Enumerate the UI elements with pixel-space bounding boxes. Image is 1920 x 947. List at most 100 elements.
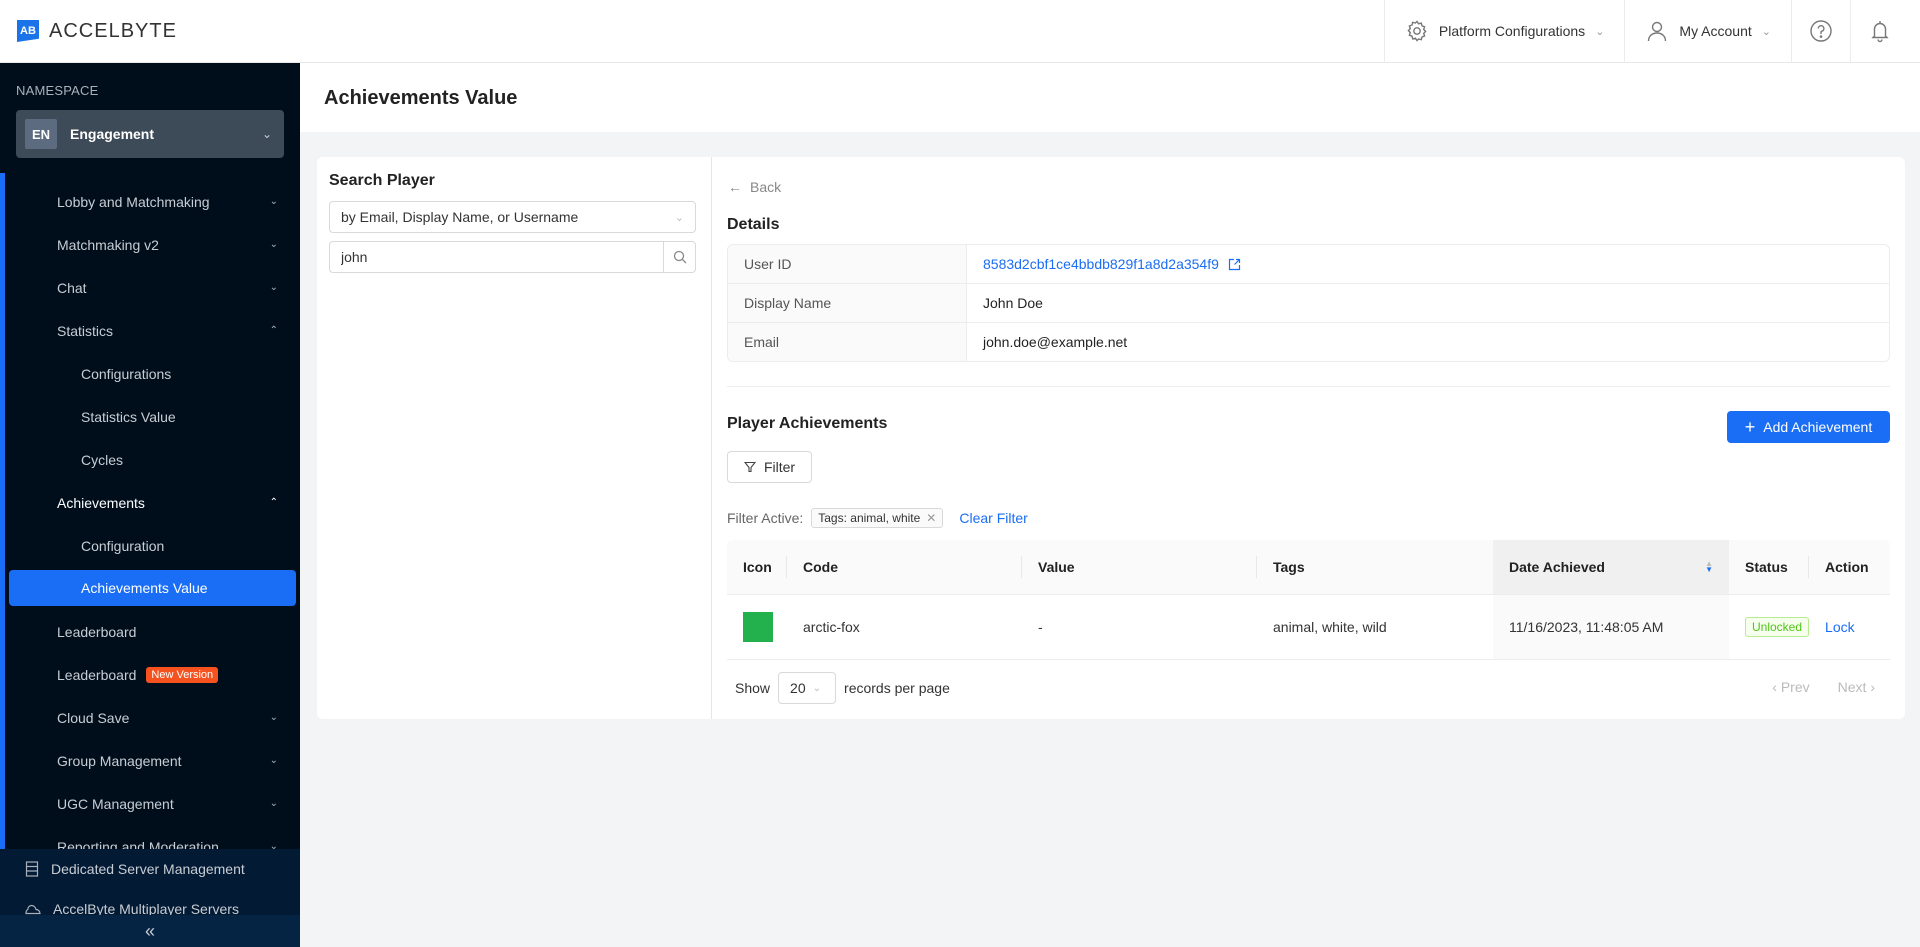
page-size-value: 20 xyxy=(790,680,806,696)
details-table: User ID 8583d2cbf1ce4bbdb829f1a8d2a354f9… xyxy=(727,244,1890,362)
column-header-value: Value xyxy=(1022,540,1257,595)
column-label: Code xyxy=(803,558,838,575)
prev-label: Prev xyxy=(1780,679,1810,695)
next-page-button[interactable]: Next › xyxy=(1838,679,1875,695)
sort-icon[interactable]: ▲ ▼ xyxy=(1705,560,1713,574)
sidebar-item-dedicated-server-management[interactable]: Dedicated Server Management xyxy=(0,849,300,889)
brand-logo[interactable]: AB ACCELBYTE xyxy=(17,20,177,43)
top-header: AB ACCELBYTE Platform Configurations ⌄ M… xyxy=(0,0,1920,63)
sidebar-item-label: Matchmaking v2 xyxy=(57,236,159,253)
clear-filter-link[interactable]: Clear Filter xyxy=(959,510,1027,526)
column-label: Status xyxy=(1745,558,1788,575)
achievement-icon xyxy=(743,611,773,642)
details-row-user-id: User ID 8583d2cbf1ce4bbdb829f1a8d2a354f9 xyxy=(728,245,1889,284)
sidebar-item-leaderboard-new[interactable]: Leaderboard New Version xyxy=(0,653,300,696)
namespace-label: NAMESPACE xyxy=(16,83,99,98)
chevron-down-icon: ⌄ xyxy=(261,127,272,141)
filter-icon xyxy=(743,461,756,473)
platform-configurations-menu[interactable]: Platform Configurations ⌄ xyxy=(1383,0,1625,63)
sidebar-item-matchmaking-v2[interactable]: Matchmaking v2 ⌄ xyxy=(0,223,300,266)
column-label: Date Achieved xyxy=(1509,558,1605,575)
filter-button[interactable]: Filter xyxy=(727,451,812,483)
chevron-right-icon: › xyxy=(1870,679,1875,695)
sidebar-item-chat[interactable]: Chat ⌄ xyxy=(0,266,300,309)
search-field xyxy=(329,241,696,273)
main-card: Search Player by Email, Display Name, or… xyxy=(317,157,1905,719)
player-details-panel: ← Back Details User ID 8583d2cbf1ce4bbdb… xyxy=(712,157,1905,719)
column-header-tags: Tags xyxy=(1257,540,1493,595)
column-header-icon: Icon xyxy=(727,540,787,595)
my-account-label: My Account xyxy=(1679,23,1752,39)
sidebar-item-leaderboard[interactable]: Leaderboard xyxy=(0,610,300,653)
lock-link[interactable]: Lock xyxy=(1825,619,1855,635)
cell-code: arctic-fox xyxy=(787,594,1022,660)
search-mode-select[interactable]: by Email, Display Name, or Username ⌄ xyxy=(329,201,696,233)
sidebar-item-statistics[interactable]: Statistics ⌃ xyxy=(0,309,300,352)
chevron-down-icon: ⌄ xyxy=(1761,25,1771,38)
sidebar-item-label: Achievements xyxy=(57,494,145,511)
sidebar-item-label: Statistics xyxy=(57,322,114,339)
per-page-label: records per page xyxy=(844,680,950,696)
chevron-down-icon: ⌄ xyxy=(269,239,278,250)
sidebar-item-configuration[interactable]: Configuration xyxy=(0,524,300,567)
sidebar: NAMESPACE EN Engagement ⌄ Lobby and Matc… xyxy=(0,63,300,947)
sidebar-item-cloud-save[interactable]: Cloud Save ⌄ xyxy=(0,696,300,739)
chevron-down-icon: ⌄ xyxy=(269,282,278,293)
external-link-icon xyxy=(1228,258,1241,270)
user-id-link[interactable]: 8583d2cbf1ce4bbdb829f1a8d2a354f9 xyxy=(967,245,1241,283)
collapse-sidebar-button[interactable]: « xyxy=(0,915,300,947)
sidebar-item-ugc-management[interactable]: UGC Management ⌄ xyxy=(0,782,300,825)
sidebar-item-cycles[interactable]: Cycles xyxy=(0,438,300,481)
chevron-down-icon: ⌄ xyxy=(269,196,278,207)
add-achievement-button[interactable]: + Add Achievement xyxy=(1727,411,1890,443)
add-achievement-label: Add Achievement xyxy=(1763,419,1873,435)
search-mode-value: by Email, Display Name, or Username xyxy=(341,209,579,225)
chevron-up-icon: ⌃ xyxy=(269,325,278,336)
close-icon[interactable]: ✕ xyxy=(926,511,936,525)
sidebar-item-statistics-value[interactable]: Statistics Value xyxy=(0,395,300,438)
page-size-control: Show 20 ⌄ records per page xyxy=(735,672,950,704)
chevron-up-icon: ⌃ xyxy=(269,497,278,508)
help-button[interactable] xyxy=(1791,0,1850,63)
active-filters: Filter Active: Tags: animal, white ✕ Cle… xyxy=(727,508,1028,528)
column-label: Icon xyxy=(743,558,772,575)
player-achievements-title: Player Achievements xyxy=(727,415,888,432)
achievements-table: Icon Code Value Tags Date Achieved ▲ ▼ St… xyxy=(727,540,1890,660)
page-header: Achievements Value xyxy=(300,63,1920,132)
sidebar-item-label: Configurations xyxy=(81,365,172,382)
sidebar-item-configurations[interactable]: Configurations xyxy=(0,352,300,395)
sidebar-item-label: Group Management xyxy=(57,752,182,769)
sidebar-item-label: Statistics Value xyxy=(81,408,176,425)
platform-configurations-label: Platform Configurations xyxy=(1438,23,1586,39)
table-header-row: Icon Code Value Tags Date Achieved ▲ ▼ St… xyxy=(727,540,1890,595)
search-player-title: Search Player xyxy=(329,172,435,189)
page-title: Achievements Value xyxy=(324,87,518,109)
filter-chip-tags: Tags: animal, white ✕ xyxy=(811,508,944,528)
page-size-select[interactable]: 20 ⌄ xyxy=(778,672,837,704)
search-icon xyxy=(673,250,686,264)
notifications-button[interactable] xyxy=(1850,0,1920,63)
cell-date-achieved: 11/16/2023, 11:48:05 AM xyxy=(1493,594,1729,660)
sidebar-item-achievements[interactable]: Achievements ⌃ xyxy=(0,481,300,524)
search-input[interactable] xyxy=(330,242,663,272)
my-account-menu[interactable]: My Account ⌄ xyxy=(1624,0,1791,63)
sidebar-item-label: Configuration xyxy=(81,537,165,554)
filter-active-label: Filter Active: xyxy=(727,510,804,526)
column-label: Action xyxy=(1825,558,1869,575)
column-header-date-achieved[interactable]: Date Achieved ▲ ▼ xyxy=(1493,540,1729,595)
server-icon xyxy=(25,861,39,877)
back-link[interactable]: ← Back xyxy=(728,179,781,195)
new-version-badge: New Version xyxy=(146,666,219,683)
namespace-selector[interactable]: EN Engagement ⌄ xyxy=(16,110,284,158)
sidebar-item-lobby-and-matchmaking[interactable]: Lobby and Matchmaking ⌄ xyxy=(0,180,300,223)
sidebar-item-achievements-value[interactable]: Achievements Value xyxy=(9,570,296,606)
sidebar-item-label: Leaderboard xyxy=(57,666,137,683)
chevron-down-icon: ⌄ xyxy=(812,682,821,694)
sidebar-item-label: Achievements Value xyxy=(81,580,208,596)
prev-page-button[interactable]: ‹ Prev xyxy=(1772,679,1809,695)
details-label: User ID xyxy=(728,245,967,283)
sidebar-item-group-management[interactable]: Group Management ⌄ xyxy=(0,739,300,782)
search-button[interactable] xyxy=(663,242,695,272)
filter-chip-label: Tags: animal, white xyxy=(818,511,921,525)
chevron-left-icon: ‹ xyxy=(1772,679,1777,695)
